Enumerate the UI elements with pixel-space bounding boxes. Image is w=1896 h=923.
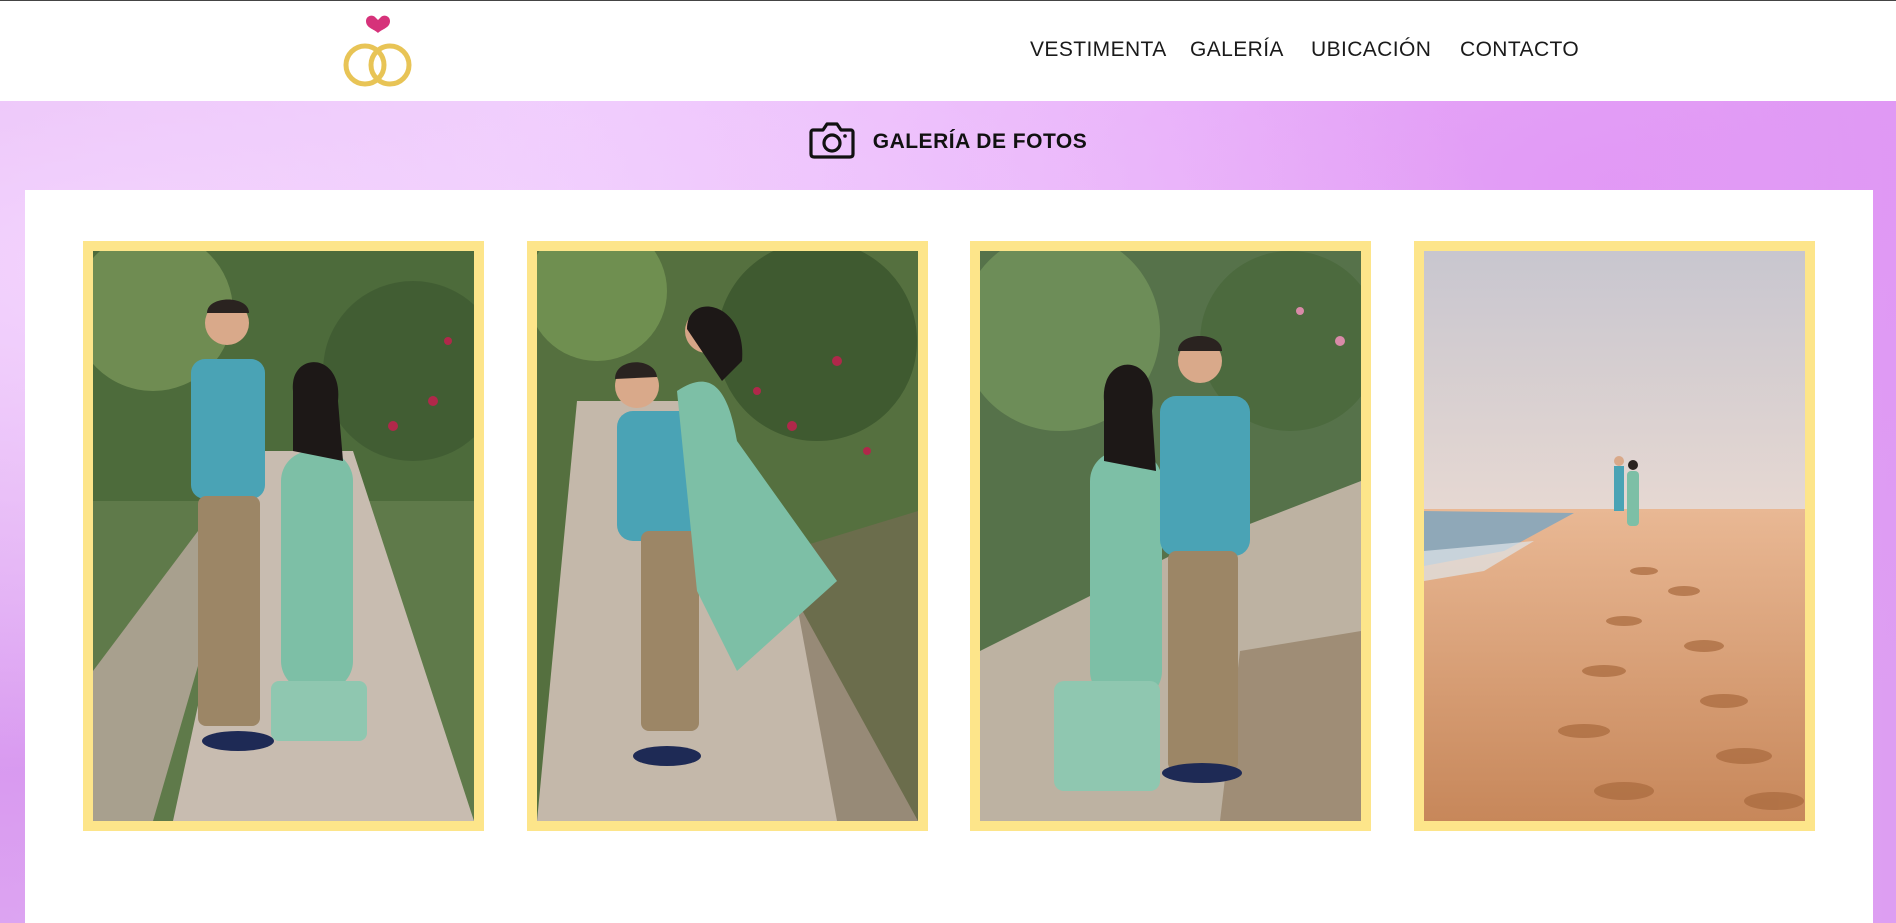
gallery-photo-2[interactable]: [527, 241, 928, 831]
nav-vestimenta[interactable]: VESTIMENTA: [1030, 38, 1167, 62]
couple-embrace-photo-image: [537, 251, 918, 821]
couple-garden-photo-image: [980, 251, 1361, 821]
nav-contacto[interactable]: CONTACTO: [1460, 38, 1579, 62]
couple-photo-image: [93, 251, 474, 821]
gallery-photo-1[interactable]: [83, 241, 484, 831]
site-header: VESTIMENTA GALERÍA UBICACIÓN CONTACTO: [0, 0, 1896, 101]
gallery-title: GALERÍA DE FOTOS: [872, 130, 1088, 153]
gallery-photo-4[interactable]: [1414, 241, 1815, 831]
gallery-photo-3[interactable]: [970, 241, 1371, 831]
wedding-rings-logo-icon[interactable]: [335, 13, 421, 91]
camera-icon: [809, 120, 855, 165]
gallery-heading: GALERÍA DE FOTOS: [0, 119, 1896, 165]
nav-ubicacion[interactable]: UBICACIÓN: [1311, 38, 1431, 62]
nav-galeria[interactable]: GALERÍA: [1190, 38, 1284, 62]
couple-beach-photo-image: [1424, 251, 1805, 821]
